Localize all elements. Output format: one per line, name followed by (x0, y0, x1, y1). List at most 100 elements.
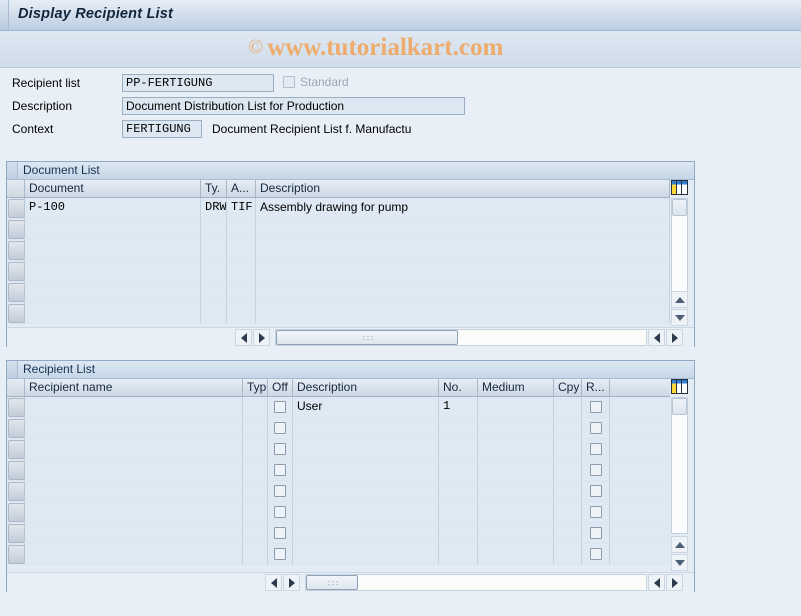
row-selector[interactable] (7, 418, 25, 438)
table-settings-icon[interactable] (671, 180, 688, 195)
column-header-typ[interactable]: Typ (243, 379, 268, 396)
checkbox-icon[interactable] (589, 401, 602, 413)
table-row[interactable] (7, 523, 694, 544)
cell-off-checkbox[interactable] (268, 502, 293, 522)
row-selector[interactable] (7, 397, 25, 417)
vertical-scrollbar-thumb[interactable] (672, 199, 687, 216)
checkbox-icon[interactable] (589, 527, 602, 539)
hscroll-page-left-button[interactable] (648, 329, 665, 346)
checkbox-icon[interactable] (274, 548, 286, 560)
row-selector[interactable] (7, 544, 25, 564)
horizontal-scrollbar-thumb[interactable] (306, 575, 358, 590)
column-header-document[interactable]: Document (25, 180, 201, 197)
column-header-application[interactable]: A... (227, 180, 256, 197)
table-row[interactable]: User 1 (7, 397, 694, 418)
checkbox-icon[interactable] (589, 422, 602, 434)
row-selector-button[interactable] (8, 482, 24, 501)
description-input[interactable] (122, 97, 465, 115)
hscroll-page-right-button[interactable] (666, 329, 683, 346)
hscroll-right-button[interactable] (253, 329, 270, 346)
checkbox-icon[interactable] (589, 443, 602, 455)
cell-off-checkbox[interactable] (268, 544, 293, 564)
row-selector-button[interactable] (8, 545, 24, 564)
vertical-scrollbar-thumb[interactable] (672, 398, 687, 415)
cell-off-checkbox[interactable] (268, 460, 293, 480)
cell-r-checkbox[interactable] (582, 418, 610, 438)
table-row[interactable]: P-100 DRW TIF Assembly drawing for pump (7, 198, 694, 219)
table-row[interactable] (7, 544, 694, 565)
checkbox-icon[interactable] (274, 464, 286, 476)
cell-off-checkbox[interactable] (268, 418, 293, 438)
row-selector-button[interactable] (8, 524, 24, 543)
checkbox-icon[interactable] (274, 401, 286, 413)
row-selector-button[interactable] (8, 304, 24, 323)
scroll-up-button[interactable] (671, 536, 688, 553)
table-row[interactable] (7, 460, 694, 481)
row-selector-button[interactable] (8, 199, 24, 218)
cell-off-checkbox[interactable] (268, 523, 293, 543)
checkbox-icon[interactable] (274, 506, 286, 518)
table-row[interactable] (7, 439, 694, 460)
row-selector[interactable] (7, 481, 25, 501)
column-header-description[interactable]: Description (256, 180, 670, 197)
table-row[interactable] (7, 261, 694, 282)
cell-r-checkbox[interactable] (582, 502, 610, 522)
cell-r-checkbox[interactable] (582, 544, 610, 564)
context-input[interactable] (122, 120, 202, 138)
row-selector-button[interactable] (8, 461, 24, 480)
row-selector-button[interactable] (8, 283, 24, 302)
column-header-r[interactable]: R... (582, 379, 610, 396)
column-header-off[interactable]: Off (268, 379, 293, 396)
cell-off-checkbox[interactable] (268, 439, 293, 459)
column-header-description[interactable]: Description (293, 379, 439, 396)
recipient-list-input[interactable] (122, 74, 274, 92)
row-selector[interactable] (7, 261, 25, 281)
row-selector[interactable] (7, 439, 25, 459)
cell-r-checkbox[interactable] (582, 460, 610, 480)
hscroll-left-button[interactable] (235, 329, 252, 346)
row-selector[interactable] (7, 460, 25, 480)
cell-r-checkbox[interactable] (582, 439, 610, 459)
column-header-recipient-name[interactable]: Recipient name (25, 379, 243, 396)
scroll-down-button[interactable] (671, 309, 688, 326)
row-selector-button[interactable] (8, 440, 24, 459)
row-selector[interactable] (7, 198, 25, 218)
column-header-cpy[interactable]: Cpy (554, 379, 582, 396)
row-selector[interactable] (7, 282, 25, 302)
cell-off-checkbox[interactable] (268, 397, 293, 417)
row-selector-button[interactable] (8, 419, 24, 438)
checkbox-icon[interactable] (274, 527, 286, 539)
checkbox-icon[interactable] (589, 506, 602, 518)
table-row[interactable] (7, 481, 694, 502)
table-row[interactable] (7, 418, 694, 439)
select-all-header-cell[interactable] (7, 379, 25, 396)
hscroll-page-right-button[interactable] (666, 574, 683, 591)
checkbox-icon[interactable] (589, 464, 602, 476)
checkbox-icon[interactable] (274, 485, 286, 497)
row-selector[interactable] (7, 240, 25, 260)
row-selector-button[interactable] (8, 503, 24, 522)
hscroll-page-left-button[interactable] (648, 574, 665, 591)
row-selector-button[interactable] (8, 398, 24, 417)
cell-r-checkbox[interactable] (582, 397, 610, 417)
table-row[interactable] (7, 303, 694, 324)
table-settings-icon[interactable] (671, 379, 688, 394)
table-row[interactable] (7, 219, 694, 240)
row-selector[interactable] (7, 219, 25, 239)
hscroll-left-button[interactable] (265, 574, 282, 591)
row-selector[interactable] (7, 523, 25, 543)
column-header-medium[interactable]: Medium (478, 379, 554, 396)
select-all-header-cell[interactable] (7, 180, 25, 197)
row-selector[interactable] (7, 502, 25, 522)
column-header-type[interactable]: Ty. (201, 180, 227, 197)
column-header-no[interactable]: No. (439, 379, 478, 396)
table-row[interactable] (7, 282, 694, 303)
row-selector-button[interactable] (8, 262, 24, 281)
checkbox-icon[interactable] (589, 485, 602, 497)
table-row[interactable] (7, 240, 694, 261)
vertical-scrollbar[interactable] (671, 397, 688, 534)
hscroll-right-button[interactable] (283, 574, 300, 591)
checkbox-icon[interactable] (274, 443, 286, 455)
cell-r-checkbox[interactable] (582, 481, 610, 501)
scroll-down-button[interactable] (671, 554, 688, 571)
